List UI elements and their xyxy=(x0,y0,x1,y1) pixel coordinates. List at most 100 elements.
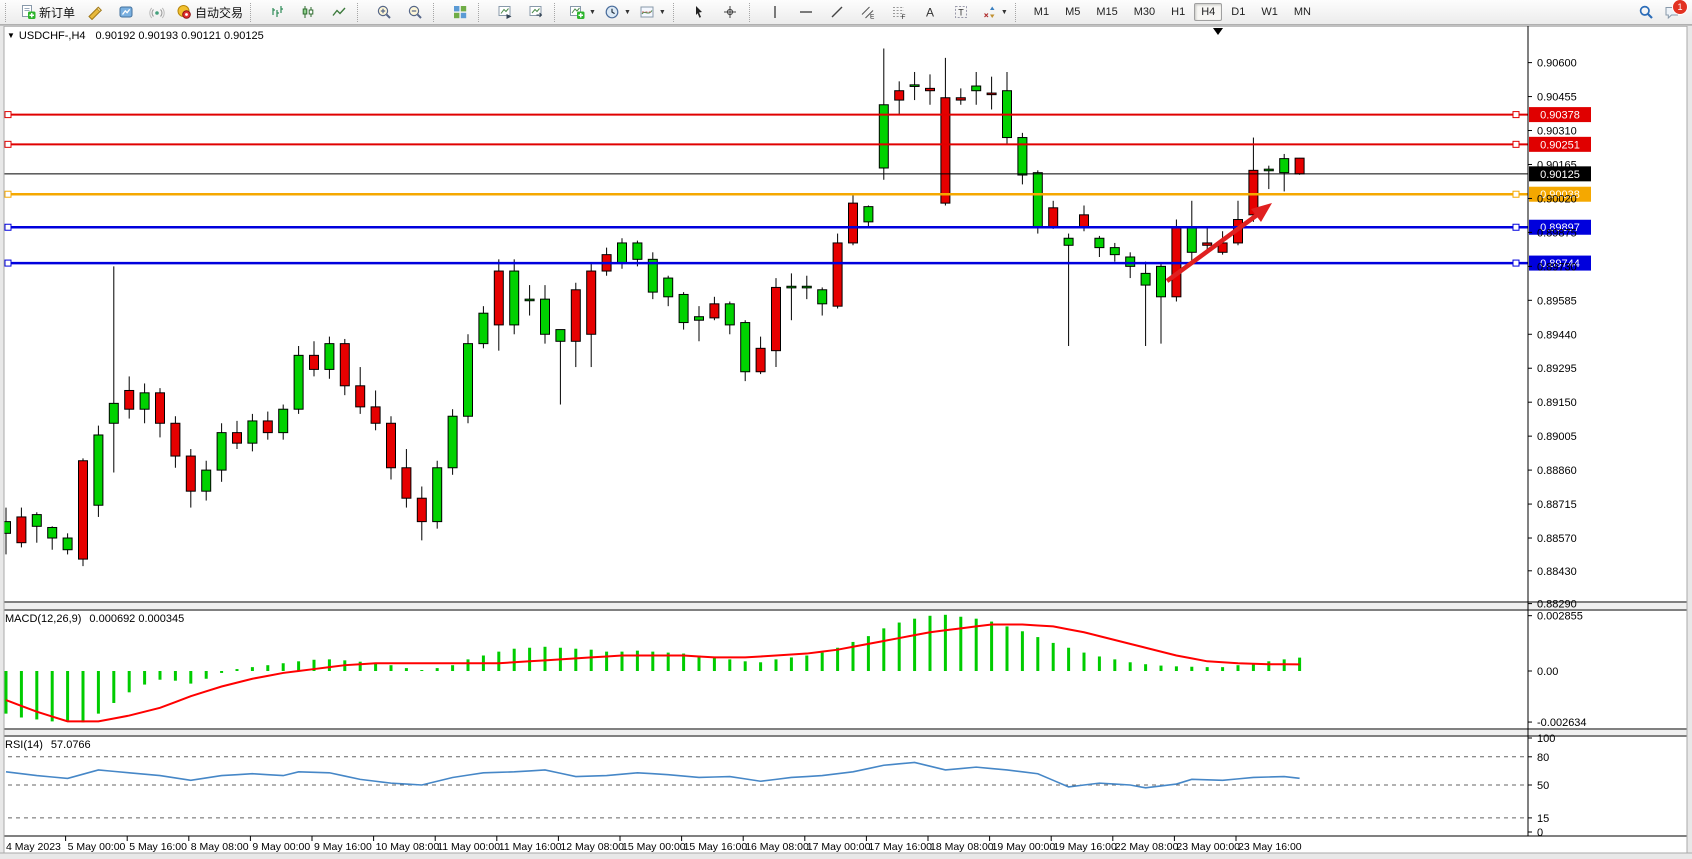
notifications-button[interactable]: 1 xyxy=(1664,4,1680,20)
line-handle[interactable] xyxy=(1513,191,1519,197)
rsi-value: 57.0766 xyxy=(51,739,91,751)
toolbar-line-chart-mode-button[interactable] xyxy=(323,1,354,24)
chevron-down-icon[interactable]: ▼ xyxy=(1001,9,1008,16)
price-tick-label: 0.89295 xyxy=(1537,363,1577,375)
timeframe-mn-button[interactable]: MN xyxy=(1287,3,1318,21)
price-tick-label: 0.89585 xyxy=(1537,295,1577,307)
time-tick-label: 11 May 00:00 xyxy=(437,841,500,853)
candle xyxy=(833,234,842,309)
timeframe-m30-button[interactable]: M30 xyxy=(1127,3,1162,21)
price-tick-label: 0.88715 xyxy=(1537,499,1577,511)
toolbar-separator xyxy=(357,3,364,22)
line-handle[interactable] xyxy=(1513,260,1519,266)
chevron-down-icon[interactable]: ▼ xyxy=(624,9,631,16)
textT-icon: T xyxy=(953,4,969,20)
toolbar-horizontal-line-button[interactable] xyxy=(791,1,822,24)
line-handle[interactable] xyxy=(1513,224,1519,230)
chart-ohlc-values: 0.90192 0.90193 0.90121 0.90125 xyxy=(96,30,264,42)
timeframe-m1-button[interactable]: M1 xyxy=(1027,3,1056,21)
toolbar-bar-chart-mode-button[interactable] xyxy=(261,1,292,24)
line-handle[interactable] xyxy=(5,224,11,230)
chevron-down-icon[interactable]: ▼ xyxy=(589,9,596,16)
timeframe-h1-button[interactable]: H1 xyxy=(1164,3,1192,21)
toolbar-separator xyxy=(749,3,756,22)
svg-text:F: F xyxy=(902,14,906,20)
zoomout-icon xyxy=(407,4,423,20)
price-tick-label: 0.89875 xyxy=(1537,227,1577,239)
toolbar-equidistant-channel-button[interactable]: E xyxy=(853,1,884,24)
rsi-label: RSI(14) xyxy=(5,739,43,751)
toolbar-tile-windows-button[interactable] xyxy=(444,1,475,24)
vline-icon xyxy=(767,4,783,20)
toolbar-periods-button[interactable]: ▼ xyxy=(600,1,635,24)
toolbar-candle-chart-mode-button[interactable] xyxy=(292,1,323,24)
toolbar-new-chart-button[interactable] xyxy=(489,1,520,24)
textA-icon: A xyxy=(922,4,938,20)
rsi-tick-label: 0 xyxy=(1537,827,1543,839)
toolbar-fibonacci-button[interactable]: F xyxy=(884,1,915,24)
price-tick-label: 0.89440 xyxy=(1537,329,1577,341)
timeframe-m15-button[interactable]: M15 xyxy=(1089,3,1124,21)
cursor-icon xyxy=(691,4,707,20)
price-tick-label: 0.88860 xyxy=(1537,465,1577,477)
publish-icon xyxy=(118,4,134,20)
line-handle[interactable] xyxy=(1513,112,1519,118)
crayon-icon xyxy=(87,4,103,20)
line-handle[interactable] xyxy=(5,191,11,197)
toolbar-zoom-out-button[interactable] xyxy=(399,1,430,24)
timeframe-w1-button[interactable]: W1 xyxy=(1254,3,1285,21)
indicators-icon xyxy=(569,4,585,20)
line-handle[interactable] xyxy=(5,260,11,266)
toolbar-arrows-button[interactable]: ▼ xyxy=(977,1,1012,24)
tile-icon xyxy=(452,4,468,20)
toolbar-indicators-button[interactable]: ▼ xyxy=(565,1,600,24)
toolbar-vertical-line-button[interactable] xyxy=(760,1,791,24)
chevron-down-icon[interactable]: ▼ xyxy=(659,9,666,16)
price-tick-label: 0.88290 xyxy=(1537,599,1577,611)
price-tick-label: 0.90310 xyxy=(1537,126,1577,138)
toolbar-text-label-button[interactable]: T xyxy=(946,1,977,24)
line-handle[interactable] xyxy=(5,141,11,147)
line-handle[interactable] xyxy=(5,112,11,118)
toolbar-right-group: 1 xyxy=(1638,4,1690,20)
toolbar-chart-shift-button[interactable] xyxy=(520,1,551,24)
toolbar-publish-button[interactable] xyxy=(110,1,141,24)
new-order-icon xyxy=(20,4,36,20)
toolbar-separator xyxy=(5,3,12,22)
line-handle[interactable] xyxy=(1513,141,1519,147)
rsi-header: RSI(14) 57.0766 xyxy=(5,739,91,751)
bars-icon xyxy=(269,4,285,20)
timeframe-d1-button[interactable]: D1 xyxy=(1224,3,1252,21)
toolbar-trend-line-button[interactable] xyxy=(822,1,853,24)
autotrade-icon xyxy=(176,4,192,20)
toolbar-text-button[interactable]: A xyxy=(915,1,946,24)
candle xyxy=(448,409,457,475)
fibo-icon: F xyxy=(891,4,907,20)
clock-icon xyxy=(604,4,620,20)
search-button[interactable] xyxy=(1638,4,1654,20)
panel-splitter[interactable] xyxy=(0,603,1692,609)
shapes-icon xyxy=(981,4,997,20)
time-tick-label: 18 May 08:00 xyxy=(930,841,994,853)
panel-splitter[interactable] xyxy=(0,730,1692,735)
time-tick-label: 5 May 00:00 xyxy=(68,841,126,853)
toolbar-styler-button[interactable] xyxy=(79,1,110,24)
toolbar-auto-trading-button[interactable]: 自动交易 xyxy=(172,1,247,24)
toolbar-crosshair-button[interactable] xyxy=(715,1,746,24)
toolbar-zoom-in-button[interactable] xyxy=(368,1,399,24)
timeframe-m5-button[interactable]: M5 xyxy=(1058,3,1087,21)
toolbar-templates-button[interactable]: ▼ xyxy=(635,1,670,24)
timeframe-h4-button[interactable]: H4 xyxy=(1194,3,1222,21)
symbol-dropdown-icon[interactable]: ▼ xyxy=(7,31,15,40)
macd-tick-label: 0.002855 xyxy=(1537,611,1583,623)
toolbar-signals-button[interactable] xyxy=(141,1,172,24)
toolbar-new-order-button[interactable]: 新订单 xyxy=(16,1,79,24)
toolbar-cursor-button[interactable] xyxy=(684,1,715,24)
time-tick-label: 17 May 16:00 xyxy=(868,841,932,853)
candle xyxy=(1295,158,1304,175)
time-tick-label: 4 May 2023 xyxy=(6,841,61,853)
search-icon xyxy=(1638,4,1654,20)
crosshair-icon xyxy=(722,4,738,20)
price-tick-label: 0.90600 xyxy=(1537,58,1577,70)
price-tick-label: 0.90455 xyxy=(1537,92,1577,104)
